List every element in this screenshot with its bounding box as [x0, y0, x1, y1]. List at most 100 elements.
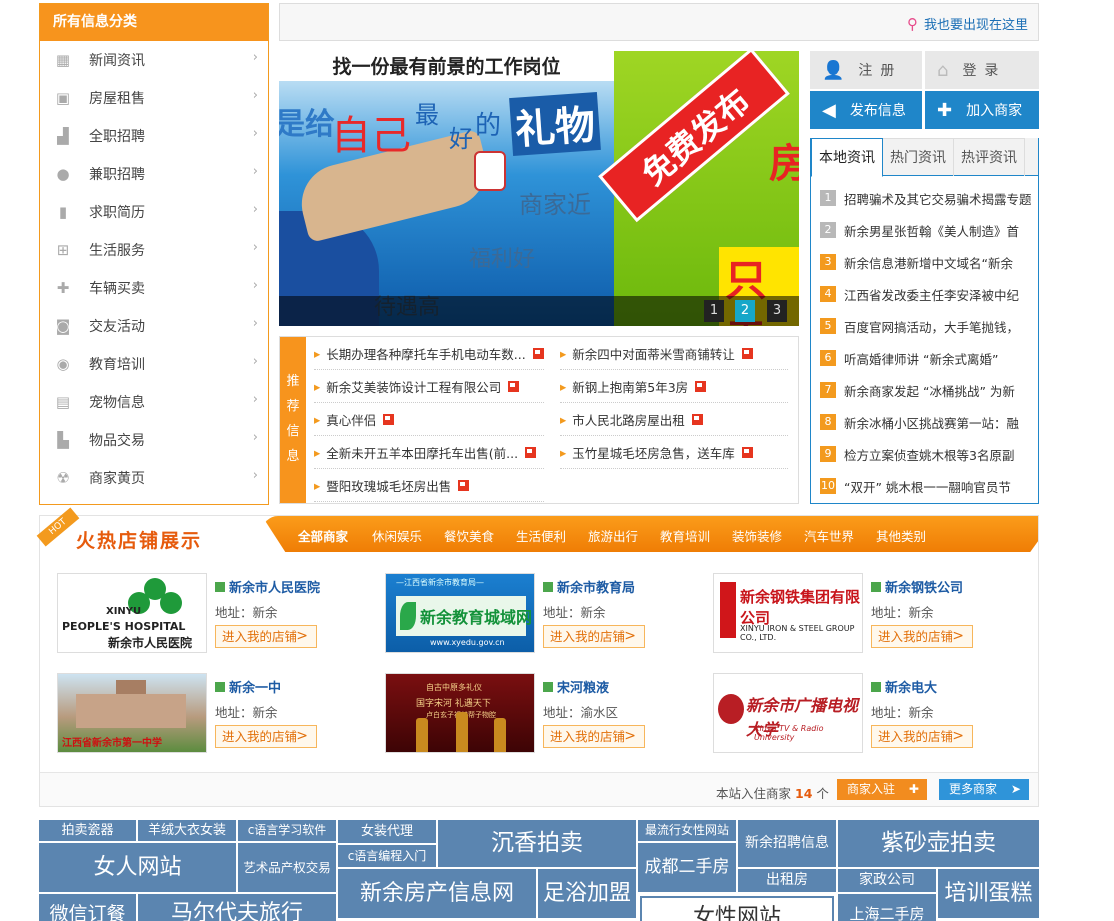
recommend-item[interactable]: ▸ 市人民北路房屋出租	[560, 403, 788, 436]
tag-link[interactable]: 紫砂壶拍卖	[838, 820, 1039, 867]
category-item-parttime[interactable]: ● 兼职招聘 ›	[40, 155, 268, 193]
news-item[interactable]: 8 新余冰桶小区挑战赛第一站：融	[820, 406, 1038, 438]
enter-shop-button[interactable]: 进入我的店铺 >	[543, 725, 645, 748]
briefcase-icon: ▣	[55, 89, 71, 107]
recommend-item[interactable]: ▸ 新余艾美装饰设计工程有限公司	[314, 370, 544, 403]
recommend-item[interactable]: ▸ 真心伴侣	[314, 403, 544, 436]
tag-link[interactable]: c语言编程入门	[338, 845, 436, 867]
news-item[interactable]: 10 “双开” 姚木根一一翮响官员节	[820, 470, 1038, 502]
tab-all-merchants[interactable]: 全部商家	[298, 526, 348, 545]
publish-button[interactable]: ◀ 发布信息	[810, 91, 922, 129]
tag-link[interactable]: 新余房产信息网	[338, 869, 536, 918]
tag-link[interactable]: 培训蛋糕	[938, 869, 1039, 918]
news-item[interactable]: 9 检方立案侦查姚木根等3名原副	[820, 438, 1038, 470]
tab-travel[interactable]: 旅游出行	[588, 526, 638, 545]
steel-company-logo[interactable]: 新余钢铁集团有限公司 XINYU IRON & STEEL GROUP CO.,…	[713, 573, 863, 653]
news-item[interactable]: 2 新余男星张哲翰《美人制造》首	[820, 214, 1038, 246]
category-item-fulltime[interactable]: ▟ 全职招聘 ›	[40, 117, 268, 155]
tag-link[interactable]: 沉香拍卖	[438, 820, 636, 867]
tag-link[interactable]: 成都二手房	[638, 843, 736, 892]
tag-link[interactable]: 新余招聘信息	[738, 820, 836, 867]
tag-link[interactable]: 艺术品产权交易	[238, 843, 336, 892]
plus-icon: ✚	[908, 782, 919, 796]
enter-shop-button[interactable]: 进入我的店铺 >	[215, 625, 317, 648]
banner-page-3[interactable]: 3	[767, 300, 787, 322]
tab-convenience[interactable]: 生活便利	[516, 526, 566, 545]
tag-link[interactable]: 女人网站	[39, 843, 236, 892]
category-item-life[interactable]: ⊞ 生活服务 ›	[40, 231, 268, 269]
tag-link[interactable]: 足浴加盟	[538, 869, 636, 918]
recommend-item[interactable]: ▸ 长期办理各种摩托车手机电动车数...	[314, 337, 544, 370]
category-item-yellowpages[interactable]: ☢ 商家黄页 ›	[40, 459, 268, 497]
shop-name-link[interactable]: 新余市教育局	[543, 577, 635, 596]
join-label: 加入商家	[966, 103, 1023, 119]
recommend-item[interactable]: ▸ 新钢上抱南第5年3房	[560, 370, 788, 403]
category-item-vehicle[interactable]: ✚ 车辆买卖 ›	[40, 269, 268, 307]
shop-name-link[interactable]: 新余钢铁公司	[871, 577, 963, 596]
tab-local-news[interactable]: 本地资讯	[811, 138, 883, 177]
register-button[interactable]: 👤 注册	[810, 51, 922, 89]
hospital-logo[interactable]: XINYU PEOPLE'S HOSPITAL 新余市人民医院	[57, 573, 207, 653]
tab-food[interactable]: 餐饮美食	[444, 526, 494, 545]
school-photo[interactable]: 江西省新余市第一中学	[57, 673, 207, 753]
join-merchant-button[interactable]: ✚ 加入商家	[925, 91, 1039, 129]
tag-link[interactable]: 最流行女性网站	[638, 820, 736, 841]
banner-page-2[interactable]: 2	[735, 300, 755, 322]
shop-name-link[interactable]: 新余市人民医院	[215, 577, 320, 596]
tab-hot-comments[interactable]: 热评资讯	[954, 138, 1025, 176]
tab-hot-news[interactable]: 热门资讯	[883, 138, 954, 176]
tag-link[interactable]: 家政公司	[838, 869, 936, 892]
tag-link[interactable]: 出租房	[738, 869, 836, 892]
news-item[interactable]: 1 招聘骗术及其它交易骗术揭露专题	[820, 182, 1038, 214]
news-item[interactable]: 5 百度官网搞活动，大手笔抛钱，	[820, 310, 1038, 342]
education-bureau-logo[interactable]: —江西省新余市教育局— 新余教育城域网 www.xyedu.gov.cn	[385, 573, 535, 653]
category-item-dating[interactable]: ◙ 交友活动 ›	[40, 307, 268, 345]
category-item-house[interactable]: ▣ 房屋租售 ›	[40, 79, 268, 117]
login-button[interactable]: ⌂ 登录	[925, 51, 1039, 89]
chevron-right-icon: ›	[252, 240, 258, 255]
logo-text: —江西省新余市教育局—	[396, 578, 484, 587]
tag-link[interactable]: 女性网站	[640, 896, 834, 921]
enter-shop-button[interactable]: 进入我的店铺 >	[871, 725, 973, 748]
category-item-education[interactable]: ◉ 教育培训 ›	[40, 345, 268, 383]
more-merchants-button[interactable]: 更多商家 ➤	[939, 779, 1029, 800]
tag-link[interactable]: 羊绒大衣女装	[138, 820, 236, 841]
enter-shop-button[interactable]: 进入我的店铺 >	[871, 625, 973, 648]
shop-name-link[interactable]: 新余一中	[215, 677, 281, 696]
category-item-pets[interactable]: ▤ 宠物信息 ›	[40, 383, 268, 421]
category-item-news[interactable]: ▦ 新闻资讯 ›	[40, 41, 268, 79]
news-item[interactable]: 3 新余信息港新增中文域名“新余	[820, 246, 1038, 278]
enter-shop-button[interactable]: 进入我的店铺 >	[543, 625, 645, 648]
category-label: 商家黄页	[89, 471, 145, 487]
shop-name-link[interactable]: 新余电大	[871, 677, 937, 696]
tab-other[interactable]: 其他类别	[876, 526, 926, 545]
news-item[interactable]: 7 新余商家发起 “冰桶挑战” 为新	[820, 374, 1038, 406]
news-item[interactable]: 4 江西省发改委主任李安泽被中纪	[820, 278, 1038, 310]
category-item-resume[interactable]: ▮ 求职简历 ›	[40, 193, 268, 231]
banner-slider[interactable]: 找一份最有前景的工作岗位 是给 自己 最 好 的 礼物 商家近 福利好 待遇高 …	[279, 51, 799, 326]
tab-auto[interactable]: 汽车世界	[804, 526, 854, 545]
tag-link[interactable]: 微信订餐	[39, 894, 136, 921]
tag-link[interactable]: 上海二手房	[838, 894, 936, 921]
advertise-link[interactable]: ⚲ 我也要出现在这里	[907, 14, 1028, 34]
tag-link[interactable]: 女装代理	[338, 820, 436, 843]
tag-link[interactable]: 拍卖瓷器	[39, 820, 136, 841]
recommend-item[interactable]: ▸ 玉竹星城毛坯房急售，送车库	[560, 436, 788, 469]
recommend-item[interactable]: ▸ 暨阳玫瑰城毛坯房出售	[314, 469, 544, 502]
recommend-item[interactable]: ▸ 新余四中对面蒂米雪商铺转让	[560, 337, 788, 370]
liquor-brand-image[interactable]: 自古中原多礼仪 国字宋河 礼遇天下 卢白玄子视其帮子物腔	[385, 673, 535, 753]
tag-link[interactable]: 马尔代夫旅行	[138, 894, 336, 921]
tab-decoration[interactable]: 装饰装修	[732, 526, 782, 545]
tv-university-logo[interactable]: 新余市广播电视大学 Xinyu TV & Radio University	[713, 673, 863, 753]
shop-name-link[interactable]: 宋河粮液	[543, 677, 609, 696]
tab-leisure[interactable]: 休闲娱乐	[372, 526, 422, 545]
banner-page-1[interactable]: 1	[704, 300, 724, 322]
bullet-icon: ▸	[560, 411, 567, 427]
category-item-goods[interactable]: ▙ 物品交易 ›	[40, 421, 268, 459]
recommend-item[interactable]: ▸ 全新未开五羊本田摩托车出售(前...	[314, 436, 544, 469]
tab-education[interactable]: 教育培训	[660, 526, 710, 545]
enter-shop-button[interactable]: 进入我的店铺 >	[215, 725, 317, 748]
news-item[interactable]: 6 听高婚律师讲 “新余式离婚”	[820, 342, 1038, 374]
tag-link[interactable]: c语言学习软件	[238, 820, 336, 841]
merchant-join-button[interactable]: 商家入驻 ✚	[837, 779, 927, 800]
